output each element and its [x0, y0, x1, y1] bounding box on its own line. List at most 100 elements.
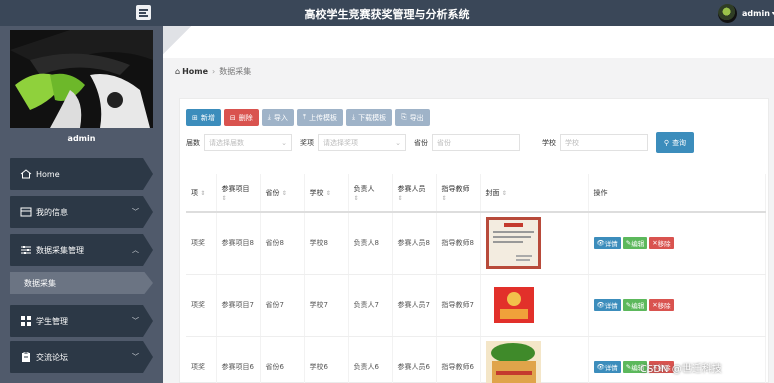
- col-cover[interactable]: 封面 ⇕: [480, 174, 589, 213]
- delete-button[interactable]: ⊟ 删除: [223, 109, 259, 126]
- chevron-up-icon: ︿: [132, 246, 139, 254]
- main-content: ⌂ Home › 数据采集 ⊞ 新增 ⊟ 删除 ⤓ 导入 ⤒ 上传模板 ⤓ 下载…: [163, 26, 774, 383]
- data-panel: ⊞ 新增 ⊟ 删除 ⤓ 导入 ⤒ 上传模板 ⤓ 下载模板 ⎘ 导出 届数 请选择…: [179, 98, 769, 383]
- province-label: 省份: [414, 138, 428, 147]
- cell-members: 参赛人员6: [392, 336, 437, 383]
- col-teacher[interactable]: 指导教师 ⇕: [436, 174, 481, 213]
- user-menu[interactable]: admin ▾: [718, 3, 774, 23]
- edit-button[interactable]: ✎ 编辑: [622, 237, 648, 250]
- profile-icon: [20, 207, 32, 217]
- sidebar-subitem-label: 数据采集: [24, 278, 56, 288]
- col-actions: 操作: [588, 174, 766, 213]
- session-select[interactable]: 请选择届数 ⌄: [204, 134, 292, 151]
- search-icon: ⚲: [663, 138, 670, 147]
- sidebar: admin Home 我的信息 ﹀ 数据采集管理 ︿ 数据采集 学生管理 ﹀ 交: [0, 26, 163, 383]
- breadcrumb-current: 数据采集: [219, 67, 252, 76]
- cell-school: 学校8: [304, 212, 349, 275]
- sidebar-item-label: 我的信息: [36, 207, 68, 217]
- breadcrumb-separator: ›: [212, 67, 216, 76]
- top-bar: 高校学生竞赛获奖管理与分析系统 admin ▾: [0, 0, 774, 26]
- grid-icon: [20, 316, 32, 326]
- user-avatar: [718, 3, 737, 23]
- home-icon: [20, 169, 32, 179]
- cover-image[interactable]: [485, 217, 541, 270]
- cell-award: 项奖: [186, 336, 217, 383]
- search-button[interactable]: ⚲ 查询: [656, 132, 694, 153]
- export-button[interactable]: ⎘ 导出: [395, 109, 430, 126]
- province-input[interactable]: 省份: [432, 134, 520, 151]
- cover-image[interactable]: [485, 341, 541, 383]
- upload-template-button[interactable]: ⤒ 上传模板: [296, 109, 343, 126]
- eye-icon: 👁: [596, 239, 605, 248]
- chevron-down-icon: ⌄: [281, 138, 287, 147]
- chevron-down-icon: ⌄: [395, 138, 401, 147]
- cell-project: 参赛项目7: [216, 274, 261, 337]
- school-input[interactable]: 学校: [560, 134, 648, 151]
- cell-cover: [480, 336, 589, 383]
- breadcrumb-home[interactable]: Home: [182, 67, 208, 76]
- remove-button[interactable]: ✕ 移除: [649, 299, 674, 311]
- award-placeholder: 请选择奖项: [323, 138, 358, 147]
- home-icon: ⌂: [175, 67, 181, 76]
- cell-province: 省份6: [260, 336, 305, 383]
- toolbar: ⊞ 新增 ⊟ 删除 ⤓ 导入 ⤒ 上传模板 ⤓ 下载模板 ⎘ 导出: [186, 109, 433, 126]
- cell-award: 项奖: [186, 212, 217, 275]
- award-label: 奖项: [300, 138, 314, 147]
- table-row: 项奖 参赛项目8 省份8 学校8 负责人8 参赛人员8 指导教师8 👁 详情 ✎…: [186, 212, 766, 275]
- school-placeholder: 学校: [565, 138, 579, 147]
- sidebar-item-students[interactable]: 学生管理 ﹀: [10, 305, 153, 337]
- export-label: 导出: [409, 113, 424, 122]
- eye-icon: 👁: [596, 363, 605, 371]
- cell-cover: [480, 212, 589, 275]
- session-label: 届数: [186, 138, 200, 147]
- detail-button[interactable]: 👁 详情: [593, 299, 621, 311]
- chevron-down-icon: ﹀: [132, 208, 139, 216]
- cell-project: 参赛项目6: [216, 336, 261, 383]
- download-template-label: 下载模板: [358, 113, 387, 122]
- import-button[interactable]: ⤓ 导入: [261, 109, 294, 126]
- col-leader[interactable]: 负责人 ⇕: [348, 174, 393, 213]
- download-template-button[interactable]: ⤓ 下载模板: [345, 109, 393, 126]
- detail-button[interactable]: 👁 详情: [593, 361, 621, 373]
- breadcrumb: ⌂ Home › 数据采集: [175, 66, 251, 77]
- col-province[interactable]: 省份 ⇕: [260, 174, 305, 213]
- col-members[interactable]: 参赛人员 ⇕: [392, 174, 437, 213]
- cell-leader: 负责人6: [348, 336, 393, 383]
- sidebar-item-my-info[interactable]: 我的信息 ﹀: [10, 196, 153, 228]
- sidebar-item-forum[interactable]: 交流论坛 ﹀: [10, 341, 153, 373]
- sliders-icon: [20, 245, 32, 255]
- cell-actions: 👁 详情 ✎ 编辑 ✕ 移除: [588, 274, 766, 337]
- import-icon: ⤓: [267, 113, 271, 121]
- cell-actions: 👁 详情 ✎ 编辑 ✕ 移除: [588, 212, 766, 275]
- add-button[interactable]: ⊞ 新增: [186, 109, 221, 126]
- remove-button[interactable]: ✕ 移除: [649, 237, 674, 250]
- col-project[interactable]: 参赛项目 ⇕: [216, 174, 261, 213]
- cell-members: 参赛人员7: [392, 274, 437, 337]
- award-select[interactable]: 请选择奖项 ⌄: [318, 134, 406, 151]
- main-header: [163, 26, 774, 58]
- cell-teacher: 指导教师6: [436, 336, 481, 383]
- table-header-row: 项 ⇕ 参赛项目 ⇕ 省份 ⇕ 学校 ⇕ 负责人 ⇕ 参赛人员 ⇕ 指导教师 ⇕ 封面 …: [186, 174, 766, 213]
- cell-school: 学校6: [304, 336, 349, 383]
- detail-button[interactable]: 👁 详情: [593, 237, 621, 250]
- chevron-down-icon: ﹀: [132, 353, 139, 361]
- sidebar-item-label: Home: [36, 169, 60, 179]
- col-award[interactable]: 项 ⇕: [186, 174, 217, 213]
- sidebar-item-home[interactable]: Home: [10, 158, 153, 190]
- page-fold-decoration: [163, 26, 191, 54]
- sidebar-username: admin: [67, 134, 96, 143]
- sidebar-item-data-collection[interactable]: 数据采集管理 ︿: [10, 234, 153, 266]
- cell-members: 参赛人员8: [392, 212, 437, 275]
- user-name: admin: [742, 8, 770, 18]
- minus-icon: ⊟: [229, 113, 236, 122]
- cover-image[interactable]: [485, 279, 541, 331]
- eye-icon: 👁: [596, 301, 605, 309]
- import-label: 导入: [273, 113, 288, 122]
- sidebar-subitem-data-collection[interactable]: 数据采集: [10, 272, 153, 294]
- col-school[interactable]: 学校 ⇕: [304, 174, 349, 213]
- edit-button[interactable]: ✎ 编辑: [622, 299, 648, 311]
- sidebar-item-label: 数据采集管理: [36, 245, 84, 255]
- watermark: CSDN @世迁科技: [640, 364, 722, 375]
- school-label: 学校: [542, 138, 556, 147]
- cell-school: 学校7: [304, 274, 349, 337]
